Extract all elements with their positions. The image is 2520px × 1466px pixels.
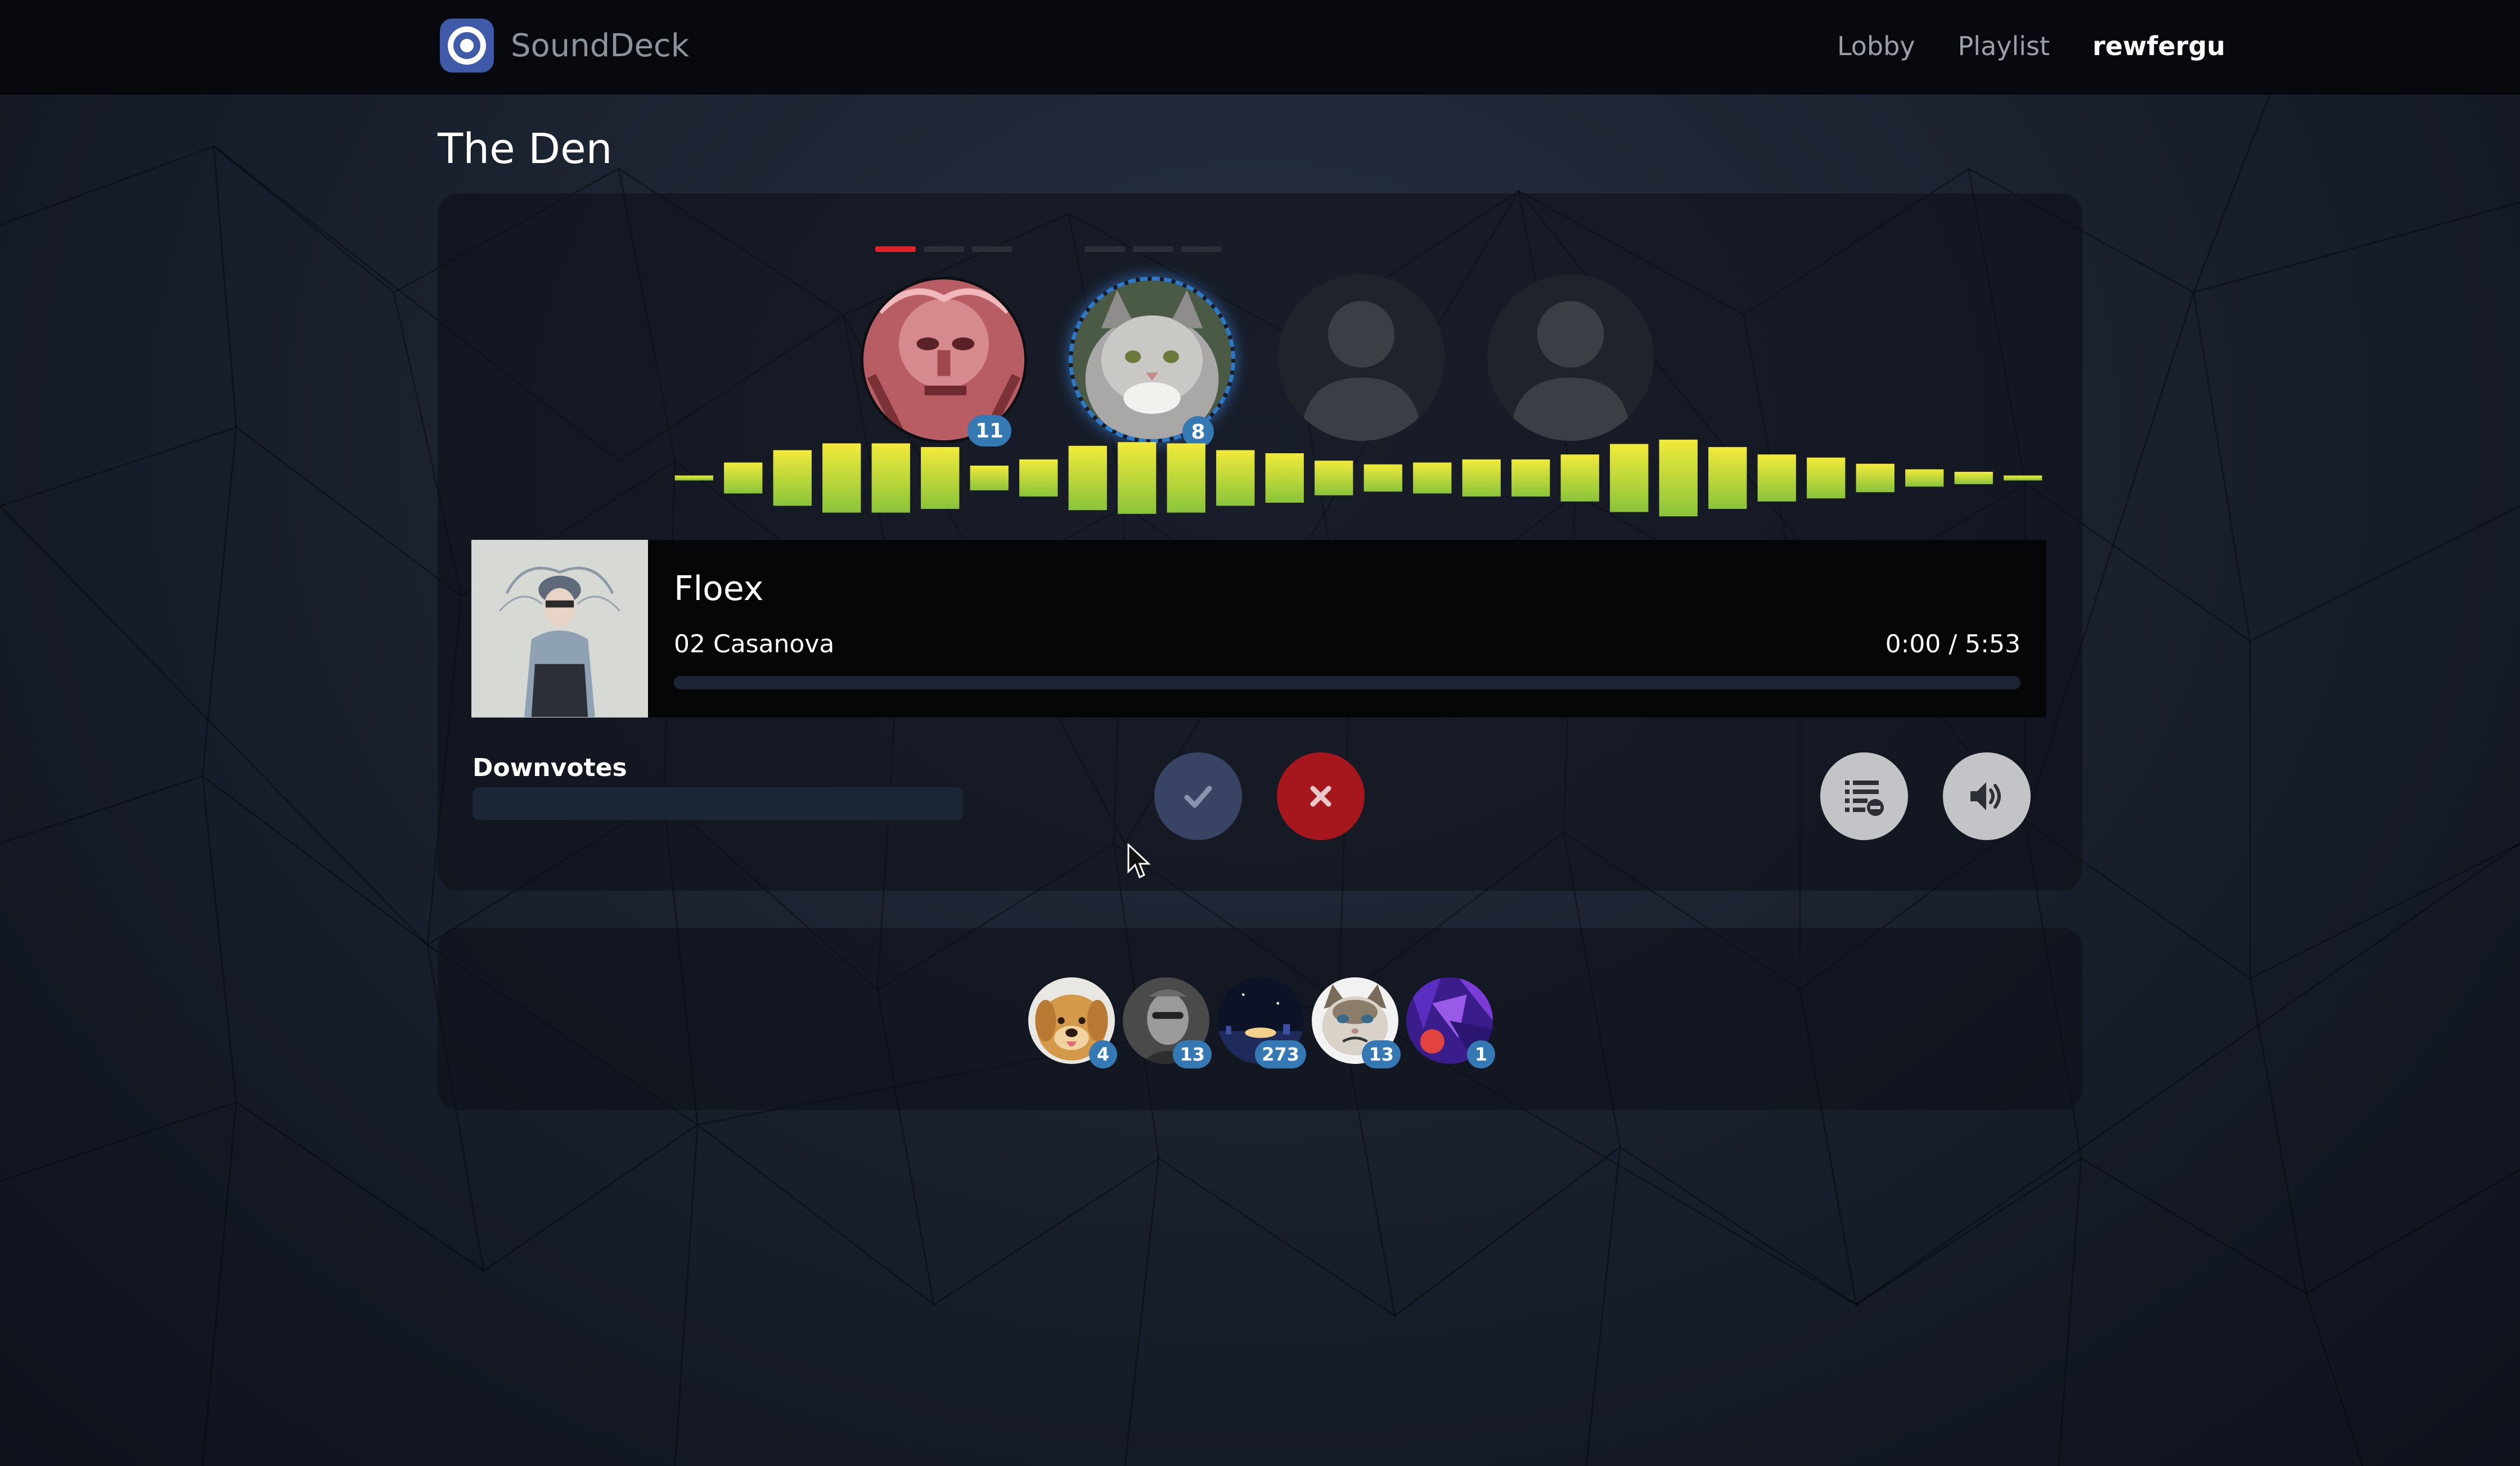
room-title: The Den (438, 125, 613, 173)
visualizer-bar (1068, 445, 1107, 511)
visualizer-bar (674, 475, 713, 481)
visualizer-bar (1757, 454, 1796, 502)
visualizer-bar (2004, 475, 2042, 481)
app-name: SoundDeck (511, 27, 690, 64)
visualizer-bar (1511, 459, 1550, 497)
visualizer-bar (1560, 454, 1599, 502)
volume-icon (1970, 782, 2001, 810)
visualizer-bar (1905, 469, 1944, 487)
brand[interactable]: SoundDeck (439, 15, 689, 76)
upvote-button[interactable] (1154, 752, 1242, 840)
visualizer-bar (1807, 457, 1846, 499)
list-remove-icon (1845, 781, 1884, 816)
visualizer-bar (1364, 464, 1402, 492)
mouse-cursor-icon (1127, 843, 1151, 879)
nav-link-playlist[interactable]: Playlist (1958, 31, 2050, 61)
sounddeck-logo-icon (440, 19, 494, 73)
vote-dash (1181, 246, 1222, 252)
visualizer-bar (871, 443, 910, 513)
visualizer-bar (1019, 459, 1058, 497)
visualizer-bar (921, 447, 960, 509)
user-menu[interactable]: rewfergu (2092, 31, 2225, 61)
vote-dash (875, 246, 916, 252)
listener-item[interactable]: 4 (1028, 977, 1117, 1068)
downvotes-bar (472, 787, 963, 820)
vote-dash (1133, 246, 1173, 252)
vote-dash (924, 246, 964, 252)
close-icon (1310, 786, 1331, 807)
visualizer-bar (1265, 453, 1304, 503)
vote-dash (1084, 246, 1125, 252)
visualizer-bar (1708, 447, 1747, 509)
nav-links: Lobby Playlist rewfergu (1794, 0, 2225, 92)
audio-visualizer (674, 439, 2042, 517)
listener-count-badge: 4 (1089, 1040, 1117, 1068)
visualizer-bar (1216, 450, 1255, 506)
visualizer-bar (1413, 462, 1452, 494)
track-time: 0:00 / 5:53 (1885, 630, 2020, 658)
nav-link-lobby[interactable]: Lobby (1837, 31, 1915, 61)
artist-name: Floex (674, 569, 764, 608)
album-art (471, 540, 648, 718)
visualizer-bar (1167, 443, 1205, 513)
visualizer-bar (822, 443, 861, 513)
listener-item[interactable]: 13 (1312, 977, 1401, 1068)
visualizer-bar (970, 466, 1009, 490)
downvotes-label: Downvotes (472, 754, 627, 782)
visualizer-bar (1462, 459, 1501, 497)
dj-1-vote-indicator (875, 246, 1020, 252)
dj-2-vote-indicator (1084, 246, 1230, 252)
now-playing-card: Floex 02 Casanova 0:00 / 5:53 (471, 540, 2046, 718)
visualizer-bar (1315, 461, 1353, 495)
listener-count-badge: 13 (1362, 1040, 1401, 1068)
check-icon (1184, 786, 1212, 808)
visualizer-bar (1659, 439, 1698, 517)
listener-count-badge: 13 (1173, 1040, 1212, 1068)
track-title: 02 Casanova (674, 630, 835, 658)
leave-queue-button[interactable] (1820, 752, 1908, 840)
top-navbar: SoundDeck Lobby Playlist rewfergu (0, 0, 2520, 94)
track-progress-bar (674, 676, 2020, 689)
visualizer-bar (1856, 463, 1894, 493)
listener-item[interactable]: 1 (1406, 977, 1495, 1068)
album-art-image (471, 540, 648, 717)
visualizer-bar (1118, 442, 1156, 514)
volume-button[interactable] (1943, 752, 2031, 840)
listener-item[interactable]: 13 (1123, 977, 1212, 1068)
visualizer-bar (1954, 472, 1993, 484)
vote-dash (972, 246, 1012, 252)
listener-list: 4 13 273 13 1 (1028, 977, 1501, 1068)
listener-count-badge: 1 (1467, 1040, 1495, 1068)
visualizer-bar (773, 450, 812, 506)
cat-avatar-image (1073, 281, 1231, 439)
listener-item[interactable]: 273 (1217, 977, 1306, 1068)
visualizer-bar (1610, 444, 1649, 512)
downvote-button[interactable] (1277, 752, 1365, 840)
visualizer-bar (724, 462, 763, 494)
listener-count-badge: 273 (1255, 1040, 1306, 1068)
